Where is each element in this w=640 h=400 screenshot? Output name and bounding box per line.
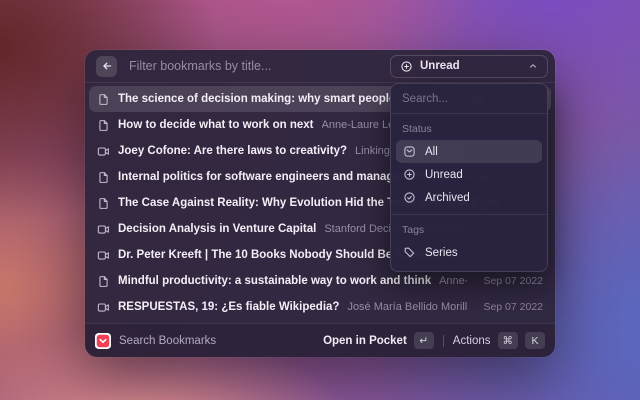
document-icon [97, 275, 110, 288]
extension-name: Search Bookmarks [119, 335, 216, 347]
video-icon [97, 145, 110, 158]
bookmark-title: How to decide what to work on next [118, 119, 314, 131]
document-icon [97, 119, 110, 132]
document-icon [97, 93, 110, 106]
filter-option[interactable]: All [396, 140, 542, 163]
status-filter-panel: Status All Unread [390, 83, 548, 272]
pocket-logo-icon [95, 333, 111, 349]
footer-divider [443, 335, 444, 347]
filter-option-label: Archived [425, 192, 470, 204]
primary-action-label[interactable]: Open in Pocket [323, 335, 407, 347]
filter-option[interactable]: Series [396, 241, 542, 264]
circle-plus-icon [400, 60, 413, 73]
panel-search-input[interactable] [391, 84, 547, 114]
filter-option[interactable]: Unread [396, 163, 542, 186]
video-icon [97, 223, 110, 236]
tag-icon [403, 246, 416, 259]
bookmark-subtitle: José María Bellido Morillas [347, 301, 467, 313]
bookmark-title: Mindful productivity: a sustainable way … [118, 275, 431, 287]
video-icon [97, 301, 110, 314]
footer-actions: Open in Pocket ↵ Actions ⌘ K [323, 332, 545, 349]
filter-input[interactable] [129, 59, 378, 73]
status-filter-dropdown[interactable]: Unread [390, 55, 548, 78]
launcher-window: Unread The science of decision making: w… [85, 50, 555, 357]
filter-option[interactable]: Archived [396, 186, 542, 209]
enter-key-badge[interactable]: ↵ [414, 332, 434, 349]
header: Unread [85, 50, 555, 83]
back-arrow-icon [101, 60, 113, 72]
actions-label[interactable]: Actions [453, 335, 491, 347]
chevron-up-icon [528, 61, 538, 71]
k-key-badge[interactable]: K [525, 332, 545, 349]
inbox-icon [403, 145, 416, 158]
bookmark-row[interactable]: RESPUESTAS, 19: ¿Es fiable Wikipedia? Jo… [89, 294, 551, 320]
video-icon [97, 249, 110, 262]
check-circle-icon [403, 191, 416, 204]
section-label: Status [396, 119, 542, 140]
section-label: Tags [396, 220, 542, 241]
bookmark-date: Sep 07 2022 [475, 301, 543, 313]
bookmark-subtitle: Anne-Laure Le Cunff [439, 275, 467, 287]
circle-plus-icon [403, 168, 416, 181]
filter-option-label: Unread [425, 169, 463, 181]
status-filter-value: Unread [420, 60, 460, 72]
footer: Search Bookmarks Open in Pocket ↵ Action… [85, 323, 555, 357]
back-button[interactable] [96, 56, 117, 77]
panel-sections: Status All Unread [391, 114, 547, 266]
filter-option-label: Series [425, 247, 458, 259]
cmd-key-badge[interactable]: ⌘ [498, 332, 519, 349]
bookmark-title: Decision Analysis in Venture Capital [118, 223, 316, 235]
bookmark-title: Joey Cofone: Are there laws to creativit… [118, 145, 347, 157]
bookmark-title: RESPUESTAS, 19: ¿Es fiable Wikipedia? [118, 301, 339, 313]
bookmark-date: Sep 07 2022 [475, 275, 543, 287]
filter-option-label: All [425, 146, 438, 158]
document-icon [97, 197, 110, 210]
document-icon [97, 171, 110, 184]
